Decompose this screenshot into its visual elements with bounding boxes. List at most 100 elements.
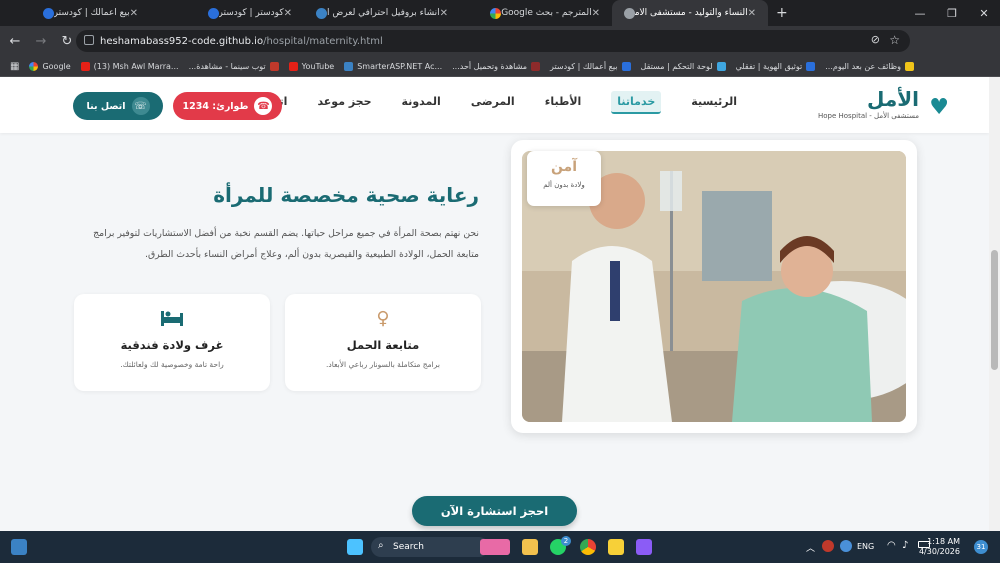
bookmark-item[interactable]: SmarterASP.NET Ac... — [344, 61, 443, 71]
address-bar: ← → ↻ heshamabass952-code.github.io/hosp… — [0, 26, 1000, 73]
nav-home[interactable]: الرئيسية — [691, 95, 737, 114]
codster-favicon-icon — [207, 7, 219, 19]
notification-badge[interactable]: 31 — [974, 540, 988, 554]
tab-title: النساء والتوليد - مستشفى الأمل — [635, 8, 748, 18]
codster-favicon-icon — [42, 7, 54, 19]
page-scrollbar[interactable] — [989, 77, 1000, 531]
bookmark-label: توثيق الهوية | تفقلي — [735, 61, 803, 71]
forward-icon[interactable]: → — [28, 34, 54, 49]
browser-tab[interactable]: ✕ المترجم - بحث Google — [460, 0, 612, 26]
tab-title: انشاء بروفيل احترافي لعرض الحد... — [327, 8, 440, 18]
bookmark-label: توب سينما - مشاهدة... — [188, 61, 266, 71]
whatsapp-badge: 2 — [561, 536, 571, 546]
headset-icon: ☏ — [131, 97, 150, 115]
bookmark-item[interactable]: (13) Msh Awl Marra... — [80, 61, 179, 71]
google-icon — [29, 61, 39, 71]
url-host: heshamabass952-code.github.io — [100, 35, 264, 47]
logo-name: الأمل — [867, 87, 919, 111]
bookmark-item[interactable]: مشاهدة وتحميل أحد... — [452, 61, 541, 71]
smarterasp-icon — [344, 61, 354, 71]
bookmark-item[interactable]: وظائف عن بعد اليوم... — [825, 61, 914, 71]
back-icon[interactable]: ← — [2, 34, 28, 49]
bookmark-star-icon[interactable]: ☆ — [889, 33, 900, 47]
nav-doctors[interactable]: الأطباء — [545, 95, 582, 114]
nav-blog[interactable]: المدونة — [402, 95, 441, 114]
service-card[interactable]: ♀ متابعة الحمل برامج متكاملة بالسونار رب… — [285, 294, 481, 391]
tray-app-icon[interactable] — [822, 540, 834, 552]
bookmark-label: مشاهدة وتحميل أحد... — [452, 61, 528, 71]
close-tab-icon[interactable]: ✕ — [130, 8, 138, 19]
safety-badge: آمن ولادة بدون ألم — [527, 151, 601, 206]
bookmark-item[interactable]: YouTube — [288, 61, 335, 71]
site-logo[interactable]: ♥ الأمل مستشفى الأمل - Hope Hospital — [818, 87, 949, 120]
browser-tab[interactable]: ✕ بيع أعمالك | كودستر — [0, 0, 150, 26]
restore-icon[interactable]: ❐ — [936, 7, 968, 20]
wifi-icon[interactable]: ◠ — [887, 540, 896, 551]
windows-start-icon[interactable] — [347, 539, 363, 555]
close-window-icon[interactable]: ✕ — [968, 7, 1000, 20]
clock[interactable]: 1:18 AM 4/30/2026 — [919, 537, 960, 557]
close-tab-icon[interactable]: ✕ — [440, 8, 448, 19]
nav-patients[interactable]: المرضى — [471, 95, 515, 114]
bookmark-item[interactable]: بيع أعمالك | كودستر — [550, 61, 631, 71]
tray-app-icon[interactable] — [840, 540, 852, 552]
main-nav: الرئيسية خدماتنا الأطباء المرضى المدونة … — [212, 91, 737, 114]
phone-icon: ☎ — [254, 97, 273, 115]
scrollbar-thumb[interactable] — [991, 250, 998, 370]
bookmark-label: SmarterASP.NET Ac... — [357, 61, 443, 71]
url-field[interactable]: heshamabass952-code.github.io/hospital/m… — [76, 30, 910, 52]
section-title: رعاية صحية مخصصة للمرأة — [213, 183, 479, 207]
url-path: /hospital/maternity.html — [263, 35, 383, 47]
bookmark-label: وظائف عن بعد اليوم... — [825, 61, 901, 71]
card-title: متابعة الحمل — [346, 338, 420, 352]
tab-title: بيع أعمالك | كودستر — [53, 8, 130, 18]
bookmark-item[interactable]: توثيق الهوية | تفقلي — [735, 61, 816, 71]
bookmark-item[interactable]: توب سينما - مشاهدة... — [188, 61, 279, 71]
eye-off-icon[interactable]: ⊘ — [871, 33, 880, 46]
service-card[interactable]: غرف ولادة فندقية راحة تامة وخصوصية لك ول… — [74, 294, 270, 391]
close-tab-icon[interactable]: ✕ — [592, 8, 600, 19]
nav-booking[interactable]: حجز موعد — [317, 95, 371, 114]
bookmark-label: Google — [42, 61, 71, 71]
chrome-icon[interactable] — [580, 539, 596, 555]
nav-services[interactable]: خدماتنا — [611, 91, 662, 114]
heartbeat-icon: ♥ — [929, 95, 949, 120]
page-viewport: ♥ الأمل مستشفى الأمل - Hope Hospital الر… — [0, 77, 989, 531]
file-explorer-icon[interactable] — [522, 539, 538, 555]
youtube-icon — [288, 61, 298, 71]
close-tab-icon[interactable]: ✕ — [284, 8, 292, 19]
bookmark-item[interactable]: لوحة التحكم | مستقل — [641, 61, 726, 71]
browser-tab[interactable]: ✕ كودستر | كودستر — [150, 0, 304, 26]
close-tab-icon[interactable]: ✕ — [748, 8, 756, 19]
card-subtitle: راحة تامة وخصوصية لك ولعائلتك. — [120, 360, 224, 369]
card-title: غرف ولادة فندقية — [120, 338, 224, 352]
tab-title: المترجم - بحث Google — [501, 8, 592, 18]
badge-subtitle: ولادة بدون ألم — [543, 181, 585, 189]
google-favicon-icon — [490, 7, 502, 19]
tray-chevron-icon[interactable]: ︿ — [806, 541, 815, 554]
bed-icon — [74, 308, 270, 330]
volume-icon[interactable]: ♪ — [902, 540, 908, 551]
tulips-icon — [480, 539, 510, 555]
language-indicator[interactable]: ENG — [857, 542, 874, 551]
globe-favicon-icon — [624, 7, 635, 19]
emergency-button[interactable]: ☎ طوارئ: 1234 — [173, 92, 282, 120]
browser-tab-active[interactable]: ✕ النساء والتوليد - مستشفى الأمل — [612, 0, 768, 26]
site-info-icon[interactable] — [84, 35, 94, 45]
mostaql-icon — [716, 61, 726, 71]
visual-studio-icon[interactable] — [636, 539, 652, 555]
book-consultation-button[interactable]: احجز استشارة الآن — [412, 496, 577, 526]
bookmark-item[interactable]: Google — [29, 61, 71, 71]
tab-title: كودستر | كودستر — [218, 8, 284, 18]
browser-tab[interactable]: ✕ انشاء بروفيل احترافي لعرض الحد... — [304, 0, 460, 26]
apps-grid-icon[interactable]: ▦ — [10, 61, 19, 72]
bookmark-label: YouTube — [301, 61, 335, 71]
minimize-icon[interactable]: — — [904, 7, 936, 20]
contact-button[interactable]: ☏ اتصل بنا — [73, 92, 163, 120]
taskbar-search[interactable]: ⌕ Search — [371, 537, 489, 557]
bookmark-label: بيع أعمالك | كودستر — [550, 61, 618, 71]
widgets-icon[interactable] — [11, 539, 27, 555]
sticky-notes-icon[interactable] — [608, 539, 624, 555]
clock-time: 1:18 AM — [927, 537, 960, 546]
new-tab-button[interactable]: + — [776, 5, 788, 21]
